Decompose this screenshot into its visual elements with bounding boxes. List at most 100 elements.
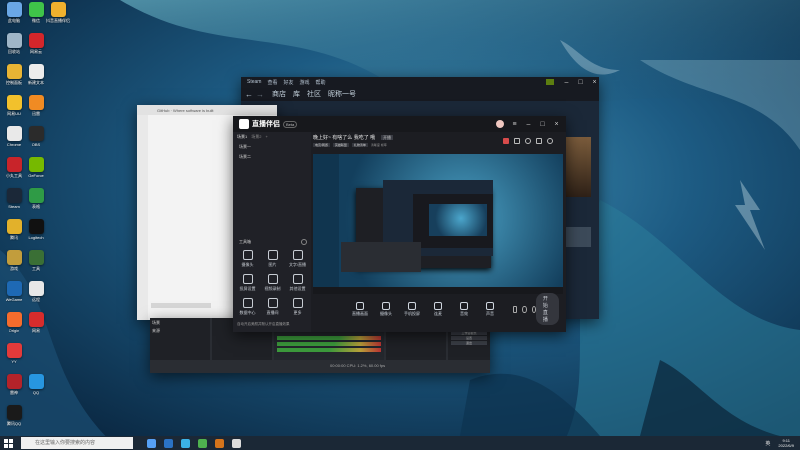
close-icon[interactable]: ×	[552, 120, 561, 129]
toolbox-item[interactable]: 图片	[260, 250, 285, 268]
gift-icon[interactable]	[503, 138, 509, 144]
desktop-icon[interactable]: QQ	[25, 374, 47, 395]
toolbox-item[interactable]: 更多	[285, 298, 310, 316]
steam-nav-store[interactable]: 商店	[272, 89, 286, 99]
auto-beauty-checkbox[interactable]: 自动开启美颜并默认开启直播效果	[237, 322, 290, 327]
desktop-icon[interactable]: YY	[3, 343, 25, 364]
steam-green-badge[interactable]	[546, 79, 554, 85]
steam-nav-library[interactable]: 库	[293, 89, 300, 99]
game-artwork[interactable]	[565, 137, 591, 197]
desktop-icon[interactable]: 远程	[25, 281, 47, 303]
steam-menu-games[interactable]: 游戏	[299, 79, 309, 86]
scene-tab-1[interactable]: 场景1	[237, 134, 247, 140]
live-preview[interactable]	[313, 154, 563, 294]
taskbar-app-icon[interactable]	[147, 438, 156, 448]
live-room-title[interactable]: 晚上好~ 有啥了么 我吃了 哦	[313, 135, 375, 141]
toolbox-item[interactable]: 数据中心	[235, 298, 260, 316]
desktop-icon[interactable]: Origin	[3, 312, 25, 333]
steam-menu-help[interactable]: 帮助	[316, 79, 326, 86]
tool-icon	[267, 274, 278, 284]
desktop-icon[interactable]: Logitech	[25, 219, 47, 240]
maximize-icon[interactable]: □	[538, 120, 547, 129]
taskbar-search-box[interactable]: 在这里输入你要搜索的内容	[21, 437, 133, 449]
taskbar-clock[interactable]: 9:11 2022/6/9	[778, 438, 794, 448]
toolbox-item[interactable]: 直播间	[260, 298, 285, 316]
steam-nav-community[interactable]: 社区	[307, 89, 321, 99]
box-icon[interactable]	[514, 138, 520, 144]
avatar[interactable]	[496, 120, 504, 128]
desktop-icon[interactable]: GeForce	[25, 157, 47, 178]
steam-menu-view[interactable]: 查看	[267, 79, 277, 86]
bottom-toolbar-button[interactable]: 手机投屏	[399, 301, 425, 317]
desktop-icon[interactable]: Steam	[3, 188, 25, 209]
desktop-icon[interactable]: 表格	[25, 188, 47, 210]
desktop-icon[interactable]: Chrome	[3, 126, 25, 147]
toolbox-item[interactable]: 其他设置	[285, 274, 310, 292]
steam-menu-friends[interactable]: 好友	[283, 79, 293, 86]
back-arrow-icon[interactable]: ←	[245, 90, 253, 99]
screen-icon[interactable]	[536, 138, 542, 144]
toolbox-item[interactable]: 投屏设置	[235, 274, 260, 292]
camera-icon[interactable]	[513, 305, 518, 313]
taskbar-app-icon[interactable]	[198, 438, 207, 448]
desktop-icon[interactable]: 腾讯	[3, 219, 25, 241]
taskbar-app-icon[interactable]	[215, 438, 224, 448]
bottom-toolbar-button[interactable]: 声音	[477, 301, 503, 317]
taskbar-app-icon[interactable]	[164, 438, 173, 448]
scene-item-2[interactable]: 场景二	[233, 152, 311, 162]
desktop-icon[interactable]: WeGame	[3, 281, 25, 302]
category-tag-3[interactable]: 礼物清单	[351, 143, 368, 147]
minimize-icon[interactable]: –	[524, 120, 533, 129]
steam-nav-username[interactable]: 昵称一号	[328, 89, 356, 99]
desktop-icon[interactable]: 网易UU	[3, 95, 25, 117]
game-tile[interactable]	[565, 227, 591, 247]
bottom-toolbar-button[interactable]: 连麦	[425, 301, 451, 317]
desktop-icon[interactable]: 网易云	[25, 33, 47, 55]
scene-tab-2[interactable]: 场景2	[251, 134, 261, 140]
toolbox-item[interactable]: 文字/直播	[285, 250, 310, 268]
taskbar-app-icon[interactable]	[232, 438, 241, 448]
input-language[interactable]: 英	[765, 440, 770, 447]
forward-arrow-icon[interactable]: →	[256, 90, 264, 99]
start-live-button[interactable]: 开始直播	[535, 293, 559, 325]
toolbox-item[interactable]: 视频录制	[260, 274, 285, 292]
menu-icon[interactable]: ≡	[510, 120, 519, 129]
desktop-icon[interactable]: 回收站	[3, 33, 25, 55]
windows-start-icon[interactable]	[4, 438, 13, 448]
category-tag-2[interactable]: 英雄联盟	[332, 143, 349, 147]
bottom-toolbar-button[interactable]: 摄像头	[373, 301, 399, 317]
toolbox-settings-icon[interactable]	[301, 239, 307, 245]
minimize-icon[interactable]: –	[562, 78, 571, 87]
desktop-icon[interactable]: 此电脑	[3, 2, 25, 24]
desktop-icon[interactable]: 雷神	[3, 374, 25, 396]
desktop-icon[interactable]: 小丸工具	[3, 157, 25, 179]
settings-button[interactable]: 设置	[451, 336, 487, 340]
scene-tab-add[interactable]: +	[265, 134, 267, 140]
steam-menu-steam[interactable]: Steam	[247, 79, 261, 85]
preview-nested-screen	[429, 204, 487, 236]
desktop-icon[interactable]: 迅雷	[25, 95, 47, 117]
scene-item-1[interactable]: 场景一	[233, 142, 311, 152]
desktop-icon[interactable]: 微信	[25, 2, 47, 24]
desktop-icon[interactable]: 新建文本	[25, 64, 47, 86]
close-icon[interactable]: ×	[590, 78, 599, 87]
settings-icon[interactable]	[525, 138, 531, 144]
bottom-toolbar-button[interactable]: 音效	[451, 301, 477, 317]
bottom-toolbar-button[interactable]: 直播画面	[347, 301, 373, 317]
taskbar-app-icon[interactable]	[181, 438, 190, 448]
share-icon[interactable]	[547, 138, 553, 144]
desktop-icon[interactable]: 控制面板	[3, 64, 25, 86]
filter-icon[interactable]	[522, 305, 527, 313]
audio-meter-2	[277, 342, 381, 346]
category-tag-1[interactable]: 电竞/网游	[313, 143, 330, 147]
desktop-icon[interactable]: 工具	[25, 250, 47, 272]
desktop-icon[interactable]: 游戏	[3, 250, 25, 272]
maximize-icon[interactable]: □	[576, 78, 585, 87]
toolbox-item[interactable]: 摄像头	[235, 250, 260, 268]
desktop-icon[interactable]: 腾讯QQ	[3, 405, 25, 427]
desktop-icon[interactable]: 网易	[25, 312, 47, 334]
tool-icon	[292, 274, 303, 284]
desktop-icon[interactable]: 抖音直播伴侣	[46, 2, 70, 24]
desktop-icon[interactable]: OBS	[25, 126, 47, 147]
exit-button[interactable]: 退出	[451, 341, 487, 345]
